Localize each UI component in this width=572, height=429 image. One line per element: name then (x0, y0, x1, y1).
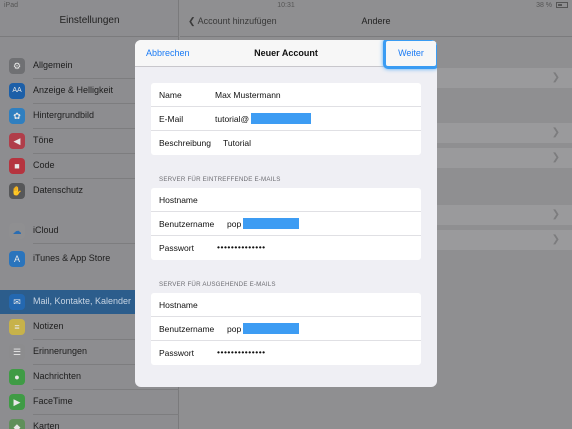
description-field[interactable]: Tutorial (223, 138, 251, 148)
chevron-right-icon: ❯ (551, 152, 560, 163)
gear-icon: ⚙ (9, 58, 25, 74)
incoming-server-header: SERVER FÜR EINTREFFENDE E-MAILS (159, 176, 281, 183)
dialog-navbar: Abbrechen Neuer Account Weiter (135, 40, 437, 69)
outgoing-password-row[interactable]: Passwort •••••••••••••• (151, 341, 421, 365)
sidebar-item-label: Mail, Kontakte, Kalender (33, 296, 132, 306)
mail-icon: ✉ (9, 294, 25, 310)
outgoing-password-field[interactable]: •••••••••••••• (217, 347, 266, 357)
name-field[interactable]: Max Mustermann (215, 90, 281, 100)
sidebar-item-label: FaceTime (33, 396, 73, 406)
sidebar-item-facetime[interactable]: ▶ FaceTime (0, 390, 179, 414)
password-label: Passwort (159, 348, 194, 358)
chevron-right-icon: ❯ (551, 234, 560, 245)
sidebar-item-label: Erinnerungen (33, 346, 88, 356)
battery-percent: 38 % (536, 2, 553, 9)
battery-icon (556, 2, 568, 8)
outgoing-username-field[interactable]: pop (227, 324, 241, 334)
cloud-icon: ☁ (9, 223, 25, 239)
name-row[interactable]: Name Max Mustermann (151, 83, 421, 107)
chevron-right-icon: ❯ (551, 127, 560, 138)
detail-title: Andere (361, 16, 391, 26)
outgoing-server-header: SERVER FÜR AUSGEHENDE E-MAILS (159, 281, 276, 288)
incoming-hostname-row[interactable]: Hostname (151, 188, 421, 212)
sidebar-divider (0, 36, 179, 37)
chevron-right-icon: ❯ (551, 72, 560, 83)
incoming-server-group: Hostname Benutzername pop Passwort •••••… (151, 188, 421, 260)
username-label: Benutzername (159, 324, 215, 334)
email-row[interactable]: E-Mail tutorial@ (151, 107, 421, 131)
username-label: Benutzername (159, 219, 215, 229)
map-icon: ◆ (9, 419, 25, 429)
incoming-username-row[interactable]: Benutzername pop (151, 212, 421, 236)
outgoing-server-group: Hostname Benutzername pop Passwort •••••… (151, 293, 421, 365)
redacted-block (243, 218, 299, 229)
lock-icon: ■ (9, 158, 25, 174)
redacted-block (251, 113, 311, 124)
video-icon: ▶ (9, 394, 25, 410)
next-button[interactable]: Weiter (383, 40, 437, 69)
sidebar-item-karten[interactable]: ◆ Karten (0, 415, 179, 429)
sidebar-item-label: Hintergrundbild (33, 110, 95, 120)
hostname-label: Hostname (159, 300, 198, 310)
chevron-right-icon: ❯ (551, 209, 560, 220)
new-account-dialog: Abbrechen Neuer Account Weiter Name Max … (135, 40, 437, 387)
name-label: Name (159, 90, 182, 100)
description-row[interactable]: Beschreibung Tutorial (151, 131, 421, 155)
speaker-icon: ◀ (9, 133, 25, 149)
sidebar-item-label: Code (33, 160, 55, 170)
incoming-username-field[interactable]: pop (227, 219, 241, 229)
sidebar-item-label: Anzeige & Helligkeit (33, 85, 114, 95)
display-icon: AA (9, 83, 25, 99)
email-label: E-Mail (159, 114, 184, 124)
sidebar-item-label: Notizen (33, 321, 64, 331)
clock: 10:31 (277, 2, 295, 9)
outgoing-hostname-row[interactable]: Hostname (151, 293, 421, 317)
password-label: Passwort (159, 243, 194, 253)
hostname-label: Hostname (159, 195, 198, 205)
notes-icon: ≡ (9, 319, 25, 335)
sidebar-item-label: Nachrichten (33, 371, 82, 381)
description-label: Beschreibung (159, 138, 211, 148)
detail-divider (180, 36, 572, 37)
sidebar-item-label: Karten (33, 421, 60, 429)
battery-indicator: 38 % (536, 2, 568, 9)
incoming-password-row[interactable]: Passwort •••••••••••••• (151, 236, 421, 260)
sidebar-item-label: Datenschutz (33, 185, 84, 195)
hand-icon: ✋ (9, 183, 25, 199)
sidebar-title: Einstellungen (59, 15, 120, 26)
outgoing-username-row[interactable]: Benutzername pop (151, 317, 421, 341)
email-field[interactable]: tutorial@ (215, 114, 249, 124)
sidebar-item-label: Allgemein (33, 60, 73, 70)
flower-icon: ✿ (9, 108, 25, 124)
appstore-icon: A (9, 251, 25, 267)
account-info-group: Name Max Mustermann E-Mail tutorial@ Bes… (151, 83, 421, 155)
message-icon: ● (9, 369, 25, 385)
redacted-block (243, 323, 299, 334)
status-bar: iPad 10:31 38 % (0, 0, 572, 12)
list-icon: ☰ (9, 344, 25, 360)
sidebar-item-label: Töne (33, 135, 54, 145)
incoming-password-field[interactable]: •••••••••••••• (217, 242, 266, 252)
sidebar-item-label: iCloud (33, 225, 59, 235)
sidebar-item-label: iTunes & App Store (33, 253, 111, 263)
